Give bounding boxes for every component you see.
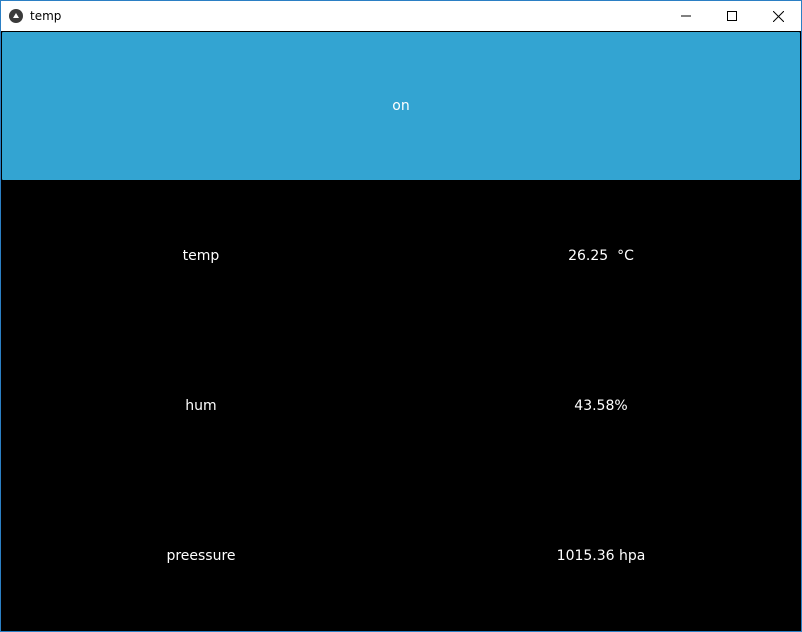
reading-label: hum bbox=[185, 398, 217, 414]
reading-row-pressure: preessure 1015.36 hpa bbox=[1, 481, 801, 631]
window-controls bbox=[663, 1, 801, 31]
app-window: temp on temp 26.25 °C hum 43.58% preessu… bbox=[0, 0, 802, 632]
title-bar[interactable]: temp bbox=[1, 1, 801, 31]
reading-row-hum: hum 43.58% bbox=[1, 331, 801, 481]
reading-label: temp bbox=[182, 248, 220, 264]
maximize-button[interactable] bbox=[709, 1, 755, 31]
reading-row-temp: temp 26.25 °C bbox=[1, 181, 801, 331]
window-title: temp bbox=[30, 9, 62, 23]
minimize-button[interactable] bbox=[663, 1, 709, 31]
reading-value: 1015.36 hpa bbox=[556, 548, 646, 564]
close-icon bbox=[772, 10, 784, 22]
minimize-icon bbox=[681, 15, 691, 17]
kivy-icon bbox=[9, 9, 23, 23]
maximize-icon bbox=[727, 11, 737, 21]
close-button[interactable] bbox=[755, 1, 801, 31]
reading-value: 26.25 °C bbox=[568, 248, 634, 264]
on-toggle-button[interactable]: on bbox=[2, 32, 800, 180]
reading-label: preessure bbox=[166, 548, 236, 564]
main-content: on temp 26.25 °C hum 43.58% preessure 10… bbox=[1, 31, 801, 631]
reading-value: 43.58% bbox=[574, 398, 628, 414]
